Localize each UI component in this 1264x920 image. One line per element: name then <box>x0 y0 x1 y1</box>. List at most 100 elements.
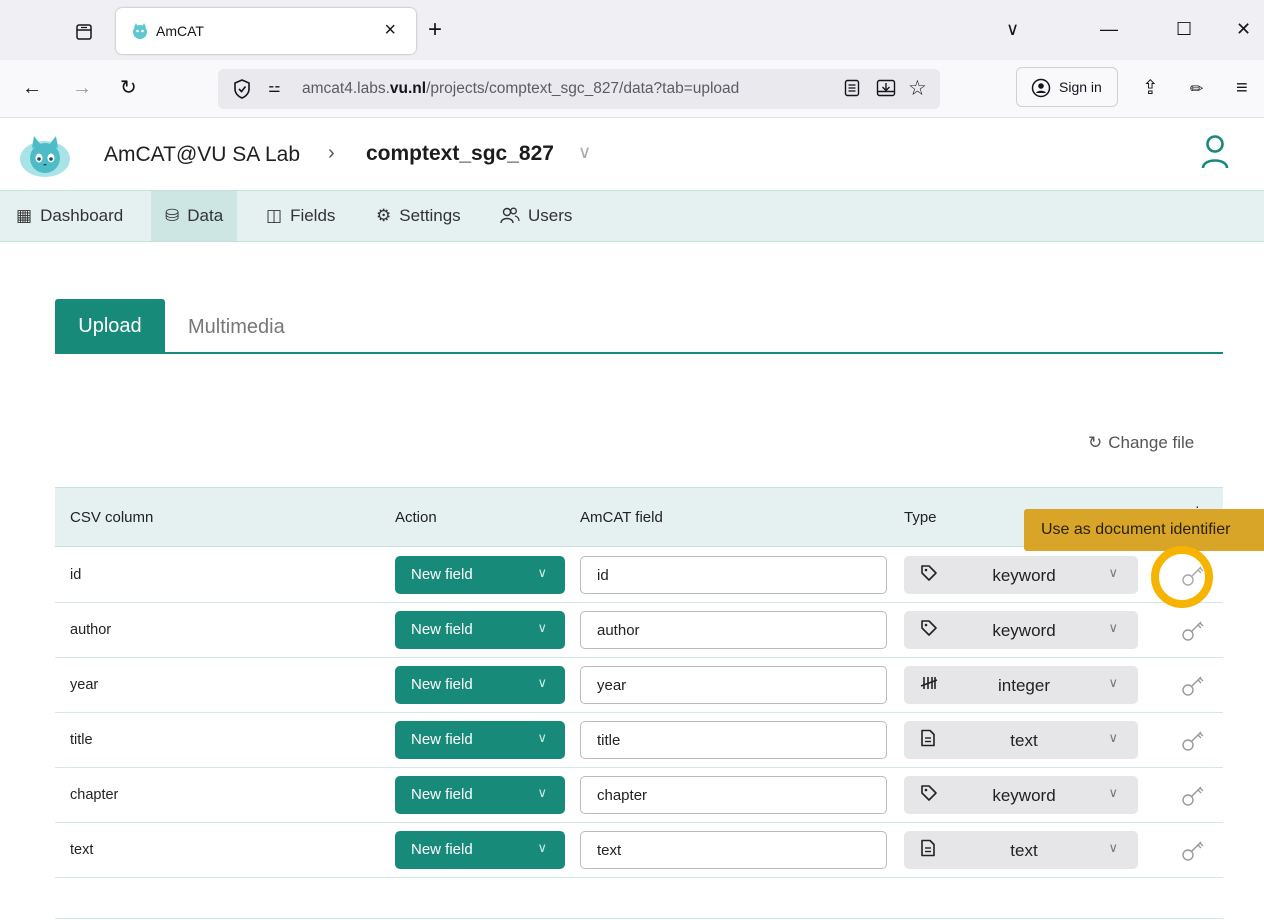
close-window-icon[interactable]: ✕ <box>1236 18 1251 40</box>
fields-icon: ◫ <box>266 206 283 225</box>
type-label: text <box>1010 841 1038 860</box>
action-select[interactable]: New field ∨ <box>395 666 565 704</box>
url-text: amcat4.labs.vu.nl/projects/comptext_sgc_… <box>302 80 739 98</box>
type-select[interactable]: keyword ∨ <box>904 776 1138 814</box>
key-icon[interactable] <box>1180 727 1206 753</box>
type-select[interactable]: text ∨ <box>904 721 1138 759</box>
table-row: text New field ∨ text ∨ <box>55 823 1223 878</box>
table-row: author New field ∨ keyword ∨ <box>55 603 1223 658</box>
subnav-label: Users <box>528 206 573 225</box>
amcat-field-input[interactable] <box>580 556 887 594</box>
project-name-selector[interactable]: comptext_sgc_827 <box>366 142 554 166</box>
dashboard-icon: ▦ <box>16 206 33 225</box>
action-select[interactable]: New field ∨ <box>395 556 565 594</box>
key-icon[interactable] <box>1180 782 1206 808</box>
instance-name-link[interactable]: AmCAT@VU SA Lab <box>104 143 300 167</box>
tab-upload[interactable]: Upload <box>55 299 165 353</box>
url-bar[interactable]: ⚍ amcat4.labs.vu.nl/projects/comptext_sg… <box>218 69 940 109</box>
tag-icon <box>920 564 938 587</box>
subnav-item-settings[interactable]: ⚙ Settings <box>362 191 475 241</box>
minimize-window-icon[interactable]: — <box>1100 18 1118 40</box>
amcat-field-input[interactable] <box>580 666 887 704</box>
save-to-pocket-icon[interactable] <box>876 79 896 102</box>
action-label: New field <box>411 731 473 748</box>
tab-title: AmCAT <box>156 23 204 39</box>
tab-overflow-chevron-icon[interactable]: ∨ <box>1006 18 1019 40</box>
key-icon[interactable] <box>1180 617 1206 643</box>
csv-column-name: author <box>70 622 112 638</box>
type-label: keyword <box>992 786 1056 805</box>
csv-column-name: chapter <box>70 787 119 803</box>
users-icon <box>500 206 520 227</box>
url-domain: vu.nl <box>389 80 427 97</box>
type-select[interactable]: text ∨ <box>904 831 1138 869</box>
action-label: New field <box>411 621 473 638</box>
gear-icon: ⚙ <box>376 206 392 225</box>
column-header-type: Type <box>904 509 937 526</box>
back-arrow-icon[interactable]: ← <box>22 76 42 100</box>
breadcrumb-separator: › <box>328 142 335 164</box>
undo-icon: ↻ <box>1088 433 1103 452</box>
tab-close-icon[interactable]: × <box>384 18 396 42</box>
csv-column-name: title <box>70 732 93 748</box>
sign-in-label: Sign in <box>1059 79 1102 95</box>
app-menu-icon[interactable]: ≡ <box>1236 76 1248 100</box>
amcat-field-input[interactable] <box>580 831 887 869</box>
maximize-window-icon[interactable]: ☐ <box>1176 18 1192 40</box>
chevron-down-icon: ∨ <box>537 840 547 855</box>
action-select[interactable]: New field ∨ <box>395 611 565 649</box>
action-label: New field <box>411 676 473 693</box>
change-file-button[interactable]: ↻ Change file <box>1088 433 1194 453</box>
chevron-down-icon[interactable]: ∨ <box>578 142 591 163</box>
database-icon: ⛁ <box>165 206 180 225</box>
tab-list-icon[interactable] <box>74 22 94 42</box>
csv-column-name: id <box>70 567 82 583</box>
extension-icon[interactable]: ✏ <box>1190 78 1203 102</box>
type-label: integer <box>998 676 1050 695</box>
amcat-field-input[interactable] <box>580 721 887 759</box>
type-select[interactable]: integer ∨ <box>904 666 1138 704</box>
tally-icon <box>920 674 938 697</box>
amcat-logo-icon[interactable] <box>18 134 72 183</box>
action-select[interactable]: New field ∨ <box>395 831 565 869</box>
action-select[interactable]: New field ∨ <box>395 721 565 759</box>
action-label: New field <box>411 566 473 583</box>
project-subnav: ▦ Dashboard ⛁ Data ◫ Fields ⚙ Settings U… <box>0 190 1264 242</box>
new-tab-button[interactable]: + <box>428 16 442 44</box>
type-label: keyword <box>992 621 1056 640</box>
chevron-down-icon: ∨ <box>1108 840 1118 855</box>
subnav-item-data[interactable]: ⛁ Data <box>151 191 238 241</box>
sign-in-button[interactable]: Sign in <box>1016 67 1118 107</box>
key-icon[interactable] <box>1180 672 1206 698</box>
key-icon[interactable] <box>1180 837 1206 863</box>
chevron-down-icon: ∨ <box>537 565 547 580</box>
action-select[interactable]: New field ∨ <box>395 776 565 814</box>
shield-icon[interactable] <box>232 78 252 105</box>
table-row: id New field ∨ keyword ∨ <box>55 548 1223 603</box>
user-account-icon[interactable] <box>1200 134 1230 175</box>
type-select[interactable]: keyword ∨ <box>904 611 1138 649</box>
amcat-field-input[interactable] <box>580 776 887 814</box>
bookmark-star-icon[interactable]: ☆ <box>908 76 927 101</box>
type-label: text <box>1010 731 1038 750</box>
share-icon[interactable]: ⇪ <box>1142 76 1159 100</box>
reader-view-icon[interactable] <box>844 79 860 102</box>
amcat-favicon-icon <box>130 21 150 46</box>
browser-tab[interactable]: AmCAT × <box>116 8 416 54</box>
tab-multimedia[interactable]: Multimedia <box>188 316 285 339</box>
table-bottom-border <box>55 918 1223 919</box>
subnav-label: Data <box>187 206 224 225</box>
account-icon <box>1031 78 1051 103</box>
tag-icon <box>920 619 938 642</box>
subnav-item-users[interactable]: Users <box>486 191 586 241</box>
column-header-csv: CSV column <box>70 509 154 526</box>
action-label: New field <box>411 841 473 858</box>
subnav-item-dashboard[interactable]: ▦ Dashboard <box>2 191 137 241</box>
document-icon <box>920 839 936 862</box>
type-select[interactable]: keyword ∨ <box>904 556 1138 594</box>
forward-arrow-icon[interactable]: → <box>72 76 92 100</box>
subnav-item-fields[interactable]: ◫ Fields <box>252 191 349 241</box>
reload-icon[interactable]: ↻ <box>120 76 137 100</box>
amcat-field-input[interactable] <box>580 611 887 649</box>
site-permissions-icon[interactable]: ⚍ <box>268 79 281 96</box>
